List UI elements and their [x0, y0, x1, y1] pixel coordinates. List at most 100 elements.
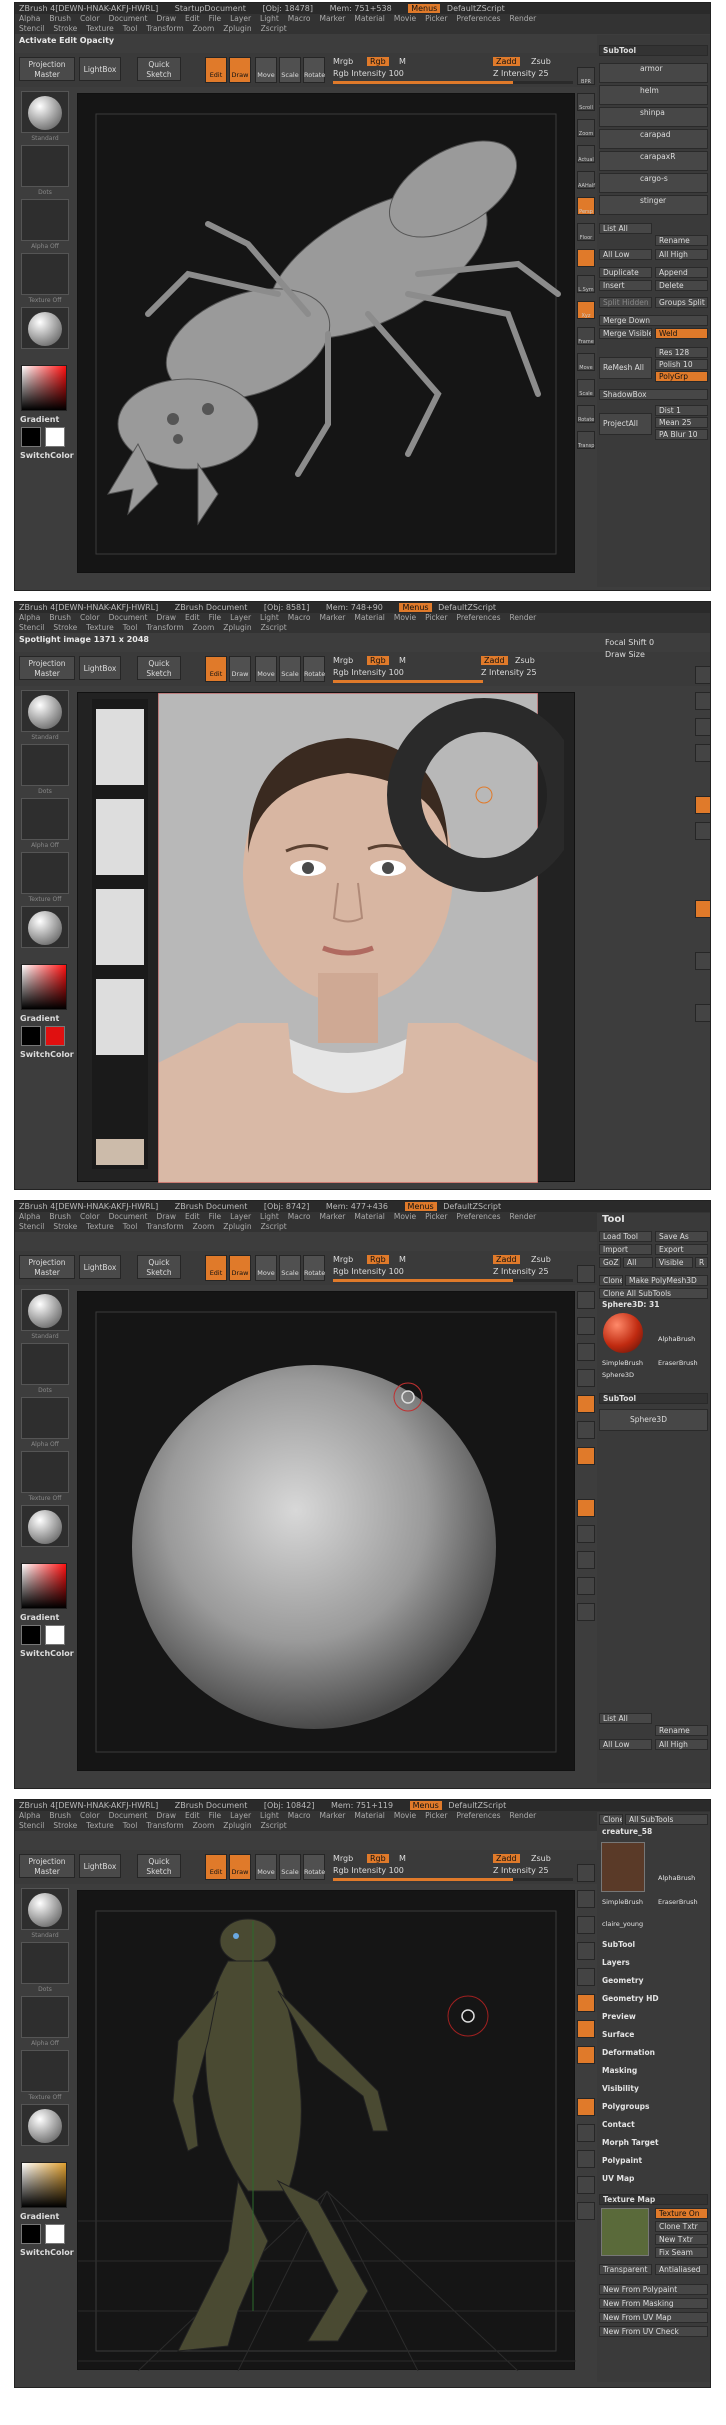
rename-button[interactable]: Rename [655, 1725, 708, 1736]
menu-render[interactable]: Render [510, 1212, 537, 1221]
menu-material[interactable]: Material [354, 1212, 384, 1221]
primary-color-swatch[interactable] [45, 427, 65, 447]
export-button[interactable]: Export [655, 1244, 708, 1255]
menu-picker[interactable]: Picker [425, 613, 447, 622]
quick-sketch-button[interactable]: Quick Sketch [137, 1854, 181, 1878]
menu-movie[interactable]: Movie [394, 613, 416, 622]
rotate-button[interactable]: Rotate [303, 656, 325, 682]
scale-view-icon[interactable] [577, 1577, 595, 1595]
alpha-thumbnail[interactable]: Alpha Off [21, 199, 69, 250]
material-thumbnail[interactable] [21, 307, 69, 349]
floor-icon[interactable]: Floor [577, 223, 595, 241]
z-intensity-slider[interactable]: Z Intensity 25 [481, 668, 537, 677]
move-view-icon[interactable] [695, 952, 710, 970]
subtool-header[interactable]: SubTool [599, 1393, 708, 1404]
menu-transform[interactable]: Transform [146, 24, 183, 33]
rgb-intensity-track[interactable] [333, 680, 483, 683]
menu-light[interactable]: Light [260, 1212, 279, 1221]
texture-map-header[interactable]: Texture Map [599, 2194, 708, 2205]
list-all-button[interactable]: List All [599, 1713, 652, 1724]
new-from-uv-check-button[interactable]: New From UV Check [599, 2326, 708, 2337]
move-button[interactable]: Move [255, 1255, 277, 1281]
scale-button[interactable]: Scale [279, 1255, 301, 1281]
menu-draw[interactable]: Draw [156, 1811, 176, 1820]
mrgb-button[interactable]: Mrgb [333, 1854, 353, 1863]
subtool-section[interactable]: SubTool [599, 1940, 708, 1951]
menu-tool[interactable]: Tool [123, 24, 138, 33]
new-from-polypaint-button[interactable]: New From Polypaint [599, 2284, 708, 2295]
menu-alpha[interactable]: Alpha [19, 1212, 40, 1221]
primary-color-swatch[interactable] [45, 2224, 65, 2244]
menus-button[interactable]: Menus [409, 1801, 442, 1810]
uv-map-section[interactable]: UV Map [599, 2174, 708, 2185]
simplebrush-label[interactable]: SimpleBrush [599, 1898, 653, 1909]
zsub-button[interactable]: Zsub [531, 1255, 551, 1264]
menu-preferences[interactable]: Preferences [456, 613, 500, 622]
subtool-stinger[interactable]: stinger [599, 195, 708, 215]
menu-zoom[interactable]: Zoom [193, 1222, 215, 1231]
groups-split-button[interactable]: Groups Split [655, 297, 708, 308]
persp-icon[interactable] [577, 1994, 595, 2012]
frame-icon[interactable]: Frame [577, 327, 595, 345]
polygroup-toggle[interactable]: PolyGrp [655, 371, 708, 382]
move-view-icon[interactable]: Move [577, 353, 595, 371]
actual-icon[interactable]: Actual [577, 145, 595, 163]
scroll-icon[interactable] [577, 1890, 595, 1908]
scroll-icon[interactable] [695, 692, 710, 710]
list-all-button[interactable]: List All [599, 223, 652, 234]
menu-zplugin[interactable]: Zplugin [223, 1222, 251, 1231]
delete-button[interactable]: Delete [655, 280, 708, 291]
rotate-button[interactable]: Rotate [303, 1854, 325, 1880]
menu-stroke[interactable]: Stroke [53, 24, 77, 33]
weld-toggle[interactable]: Weld [655, 328, 708, 339]
save-as-button[interactable]: Save As [655, 1231, 708, 1242]
local-icon[interactable] [577, 249, 595, 267]
preview-section[interactable]: Preview [599, 2012, 708, 2023]
menu-transform[interactable]: Transform [146, 1222, 183, 1231]
draw-button[interactable]: Draw [229, 57, 251, 83]
persp-icon[interactable] [577, 1395, 595, 1413]
move-button[interactable]: Move [255, 1854, 277, 1880]
dist-slider[interactable]: Dist 1 [655, 405, 708, 416]
mrgb-button[interactable]: Mrgb [333, 57, 353, 66]
actual-icon[interactable] [695, 744, 710, 762]
menu-zoom[interactable]: Zoom [193, 24, 215, 33]
zadd-button[interactable]: Zadd [493, 1854, 520, 1863]
menu-preferences[interactable]: Preferences [456, 14, 500, 23]
move-view-icon[interactable] [577, 2150, 595, 2168]
frame-icon[interactable] [577, 1525, 595, 1543]
transparent-toggle[interactable]: Transparent [599, 2264, 652, 2275]
z-intensity-slider[interactable]: Z Intensity 25 [493, 1267, 549, 1276]
rgb-intensity-slider[interactable]: Rgb Intensity 100 [333, 1267, 404, 1276]
menu-macro[interactable]: Macro [288, 14, 311, 23]
scale-button[interactable]: Scale [279, 656, 301, 682]
rotate-view-icon[interactable] [695, 1004, 710, 1022]
menu-texture[interactable]: Texture [86, 1222, 113, 1231]
alphabrush-label[interactable]: AlphaBrush [655, 1874, 709, 1885]
menu-stroke[interactable]: Stroke [53, 1222, 77, 1231]
menu-color[interactable]: Color [80, 1811, 100, 1820]
menu-macro[interactable]: Macro [288, 1811, 311, 1820]
goz-all-button[interactable]: All [623, 1257, 653, 1268]
sphere3d-tool-thumb[interactable] [603, 1313, 643, 1353]
color-picker[interactable] [21, 365, 67, 411]
menu-edit[interactable]: Edit [185, 1212, 200, 1221]
alphabrush-label[interactable]: AlphaBrush [655, 1335, 709, 1346]
remesh-all-button[interactable]: ReMesh All [599, 357, 652, 379]
append-button[interactable]: Append [655, 267, 708, 278]
scale-button[interactable]: Scale [279, 57, 301, 83]
menu-movie[interactable]: Movie [394, 1212, 416, 1221]
menu-texture[interactable]: Texture [86, 623, 113, 632]
menu-render[interactable]: Render [510, 613, 537, 622]
layers-section[interactable]: Layers [599, 1958, 708, 1969]
texture-thumbnail[interactable]: Texture Off [21, 2050, 69, 2101]
menu-light[interactable]: Light [260, 14, 279, 23]
morph-target-section[interactable]: Morph Target [599, 2138, 708, 2149]
persp-icon[interactable]: Persp [577, 197, 595, 215]
frame-icon[interactable] [577, 2124, 595, 2142]
floor-icon[interactable] [577, 2020, 595, 2038]
ref-image-1[interactable] [96, 709, 144, 785]
menu-color[interactable]: Color [80, 1212, 100, 1221]
duplicate-button[interactable]: Duplicate [599, 267, 652, 278]
primary-color-swatch[interactable] [45, 1625, 65, 1645]
